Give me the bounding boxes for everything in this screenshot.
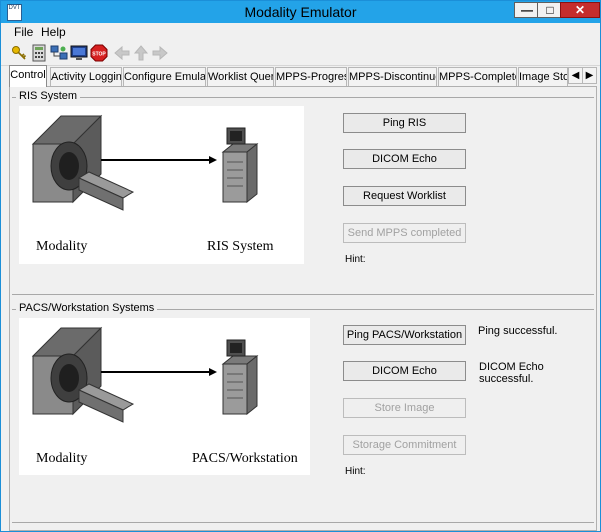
arrow-up-icon[interactable] <box>132 44 150 62</box>
stop-icon[interactable]: STOP <box>90 44 108 62</box>
pacs-dicom-echo-button[interactable]: DICOM Echo <box>343 361 466 381</box>
request-worklist-button[interactable]: Request Worklist <box>343 186 466 206</box>
app-window: DVT Modality Emulator — □ ✕ File Help ST… <box>0 0 601 532</box>
workstation-icon <box>221 339 259 416</box>
tab-strip: Control Activity Logging Configure Emula… <box>9 65 597 87</box>
close-icon: ✕ <box>574 3 586 17</box>
ris-dicom-echo-button[interactable]: DICOM Echo <box>343 149 466 169</box>
pacs-diagram-modality-label: Modality <box>36 451 88 466</box>
ping-ris-button[interactable]: Ping RIS <box>343 113 466 133</box>
title-bar[interactable]: DVT Modality Emulator — □ ✕ <box>1 1 600 23</box>
tab-mpps-completed[interactable]: MPPS-Completed <box>438 67 517 86</box>
close-button[interactable]: ✕ <box>560 2 600 18</box>
tab-control[interactable]: Control <box>9 65 47 87</box>
tab-worklist-query[interactable]: Worklist Query <box>207 67 274 86</box>
tab-scroll-right-icon[interactable]: ▶ <box>582 67 597 84</box>
monitor-icon[interactable] <box>70 44 88 62</box>
ping-pacs-button[interactable]: Ping PACS/Workstation <box>343 325 466 345</box>
ping-status-text: Ping successful. <box>478 325 558 337</box>
tab-configure-emulator[interactable]: Configure Emulator <box>123 67 206 86</box>
arrow-right-icon[interactable] <box>151 44 169 62</box>
modality-scanner-icon <box>31 326 135 423</box>
window-title: Modality Emulator <box>244 4 357 20</box>
toolbar: STOP <box>1 41 600 66</box>
storage-commitment-button[interactable]: Storage Commitment <box>343 435 466 455</box>
stop-icon-text: STOP <box>92 51 106 57</box>
store-image-button[interactable]: Store Image <box>343 398 466 418</box>
control-tab-page: RIS System Modality RIS System Ping RIS … <box>9 86 597 531</box>
pacs-hint-label: Hint: <box>345 466 366 477</box>
connection-arrow-head <box>209 368 217 376</box>
pacs-diagram-workstation-label: PACS/Workstation <box>192 451 298 466</box>
send-mpps-completed-button[interactable]: Send MPPS completed <box>343 223 466 243</box>
network-icon[interactable] <box>50 44 68 62</box>
server-icon <box>221 127 259 204</box>
maximize-icon: □ <box>546 3 554 17</box>
menu-bar: File Help <box>1 23 600 41</box>
ris-diagram: Modality RIS System <box>19 106 304 264</box>
menu-help[interactable]: Help <box>41 25 66 39</box>
tab-mpps-progress[interactable]: MPPS-Progress <box>275 67 347 86</box>
minimize-icon: — <box>521 3 533 17</box>
connection-arrow-head <box>209 156 217 164</box>
calculator-icon[interactable] <box>30 44 48 62</box>
tab-activity-logging[interactable]: Activity Logging <box>50 67 122 86</box>
menu-file[interactable]: File <box>14 25 33 39</box>
modality-scanner-icon <box>31 114 135 211</box>
tab-mpps-discontinued[interactable]: MPPS-Discontinued <box>348 67 437 86</box>
key-icon[interactable] <box>10 44 28 62</box>
ris-hint-label: Hint: <box>345 254 366 265</box>
arrow-left-icon[interactable] <box>113 44 131 62</box>
pacs-diagram: Modality PACS/Workstation <box>19 318 310 475</box>
ris-diagram-modality-label: Modality <box>36 239 88 254</box>
tab-image-storage[interactable]: Image Stora <box>518 67 568 86</box>
ris-group-title: RIS System <box>16 90 81 102</box>
echo-status-text: DICOM Echo successful. <box>479 361 544 385</box>
tab-scroll-left-icon[interactable]: ◀ <box>568 67 583 84</box>
pacs-group-title: PACS/Workstation Systems <box>16 302 158 314</box>
ris-diagram-ris-label: RIS System <box>207 239 274 254</box>
